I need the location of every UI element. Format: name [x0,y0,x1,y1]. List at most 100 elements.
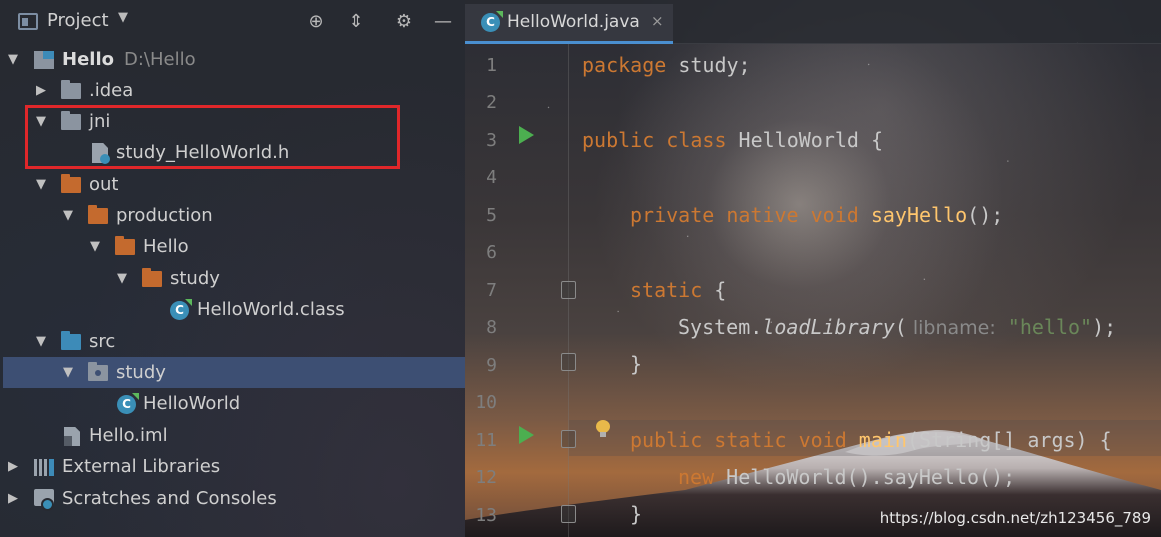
fold-icon[interactable] [561,281,576,299]
code-text: System. [678,315,763,339]
expand-arrow-icon[interactable]: ▼ [6,44,20,75]
line-number: 12 [475,467,497,488]
tab-helloworld-java[interactable]: C HelloWorld.java × [465,4,673,44]
tree-row-idea[interactable]: ▶ .idea [0,75,465,106]
lightbulb-icon[interactable] [596,420,610,438]
expand-arrow-icon[interactable]: ▼ [115,263,129,294]
ide-window: Project ▼ ⊕ ⇕ ⚙ — ▼ Hello D:\Hello ▶ .ide… [0,0,1161,537]
java-class-icon: C [481,13,500,32]
tree-label: HelloWorld [143,393,241,414]
line-number: 5 [486,205,497,226]
code-line-12[interactable]: new HelloWorld().sayHello(); [678,465,1015,489]
line-number: 7 [486,280,497,301]
fold-icon[interactable] [561,353,576,371]
code-line-5[interactable]: private native void sayHello(); [630,203,1003,227]
line-number: 9 [486,355,497,376]
hide-icon[interactable]: — [433,12,453,32]
tree-row-iml[interactable]: Hello.iml [0,420,465,451]
code-text: ); [1092,315,1117,339]
code-line-9[interactable]: } [630,352,642,376]
red-highlight-annotation [25,105,400,169]
folder-icon [61,80,81,99]
fold-icon[interactable] [561,505,576,523]
expand-arrow-icon[interactable]: ▼ [34,326,48,357]
line-number: 13 [475,505,497,526]
expand-arrow-icon[interactable]: ▶ [34,75,48,106]
code-line-11[interactable]: public static void main(String[] args) { [630,428,1112,452]
code-line-8[interactable]: System.loadLibrary( libname: "hello"); [678,315,1116,339]
tree-row-out[interactable]: ▼ out [0,169,465,200]
mountain-background [465,430,1161,537]
project-view-title[interactable]: Project [47,10,109,31]
run-icon[interactable] [519,426,534,444]
project-view-icon [18,13,38,30]
iml-file-icon [64,427,80,446]
code-line-7[interactable]: static { [630,278,726,302]
gear-icon[interactable]: ⚙ [394,12,414,32]
tree-row-production-hello[interactable]: ▼ Hello [0,231,465,262]
tree-label: External Libraries [62,456,221,477]
project-panel-header: Project ▼ ⊕ ⇕ ⚙ — [0,0,465,44]
line-number: 10 [475,392,497,413]
code-text: } [630,502,643,526]
clock-icon [41,498,54,511]
chevron-down-icon[interactable]: ▼ [118,10,128,25]
parameter-hint: libname: [906,317,996,339]
method-name: loadLibrary [762,315,895,339]
editor-tab-bar: C HelloWorld.java × [465,0,1161,44]
code-text: { [702,278,727,302]
keyword: public class [582,128,727,152]
tree-label: src [89,331,116,352]
java-class-icon: C [117,395,136,414]
tree-label: .idea [89,80,134,101]
expand-arrow-icon[interactable]: ▶ [6,451,20,482]
expand-arrow-icon[interactable]: ▶ [6,483,20,514]
tree-row-production-study[interactable]: ▼ study [0,263,465,294]
method-name: main [858,428,907,452]
code-line-3[interactable]: public class HelloWorld { [582,128,883,152]
excluded-folder-icon [61,174,81,193]
keyword: package [582,53,667,77]
collapse-all-icon[interactable]: ⇕ [346,12,366,32]
tree-row-production[interactable]: ▼ production [0,200,465,231]
method-name: sayHello [870,203,968,227]
line-number: 3 [486,130,497,151]
keyword: public static void [630,428,847,452]
expand-arrow-icon[interactable]: ▼ [61,200,75,231]
tree-row-scratches[interactable]: ▶ Scratches and Consoles [0,483,465,514]
tree-row-src[interactable]: ▼ src [0,326,465,357]
tree-row-hello-module[interactable]: ▼ Hello D:\Hello [0,44,465,75]
watermark-text: https://blog.csdn.net/zh123456_789 [879,509,1151,527]
excluded-folder-icon [88,205,108,224]
tree-row-class-file[interactable]: C HelloWorld.class [0,294,465,325]
code-editor[interactable]: C HelloWorld.java × 1 2 3 4 5 6 7 8 9 10… [465,0,1161,537]
code-text: (); [967,203,1004,227]
expand-arrow-icon[interactable]: ▼ [61,357,75,388]
expand-arrow-icon[interactable]: ▼ [88,231,102,262]
tree-row-src-study[interactable]: ▼ study [3,357,465,388]
fold-icon[interactable] [561,430,576,448]
tree-label: Hello D:\Hello [62,44,196,75]
expand-arrow-icon[interactable]: ▼ [34,169,48,200]
line-number: 4 [486,167,497,188]
tree-label: study [116,362,166,383]
tree-row-helloworld-java[interactable]: C HelloWorld [0,388,465,419]
string-literal: "hello" [995,315,1093,339]
code-text: HelloWorld().sayHello(); [714,465,1016,489]
run-icon[interactable] [519,126,534,144]
tree-row-external-libraries[interactable]: ▶ External Libraries [0,451,465,482]
line-number: 6 [486,242,497,263]
keyword: private native void [630,203,859,227]
source-folder-icon [61,331,81,350]
excluded-folder-icon [115,236,135,255]
class-file-icon: C [170,301,189,320]
close-icon[interactable]: × [651,12,664,30]
locate-icon[interactable]: ⊕ [306,12,326,32]
tree-label: Scratches and Consoles [62,488,277,509]
line-number: 1 [486,55,497,76]
tree-label: Hello.iml [89,425,168,446]
code-line-13[interactable]: } [630,502,642,526]
code-text: (String[] args) { [906,428,1112,452]
module-path: D:\Hello [123,49,196,70]
code-line-1[interactable]: package study; [582,53,751,77]
